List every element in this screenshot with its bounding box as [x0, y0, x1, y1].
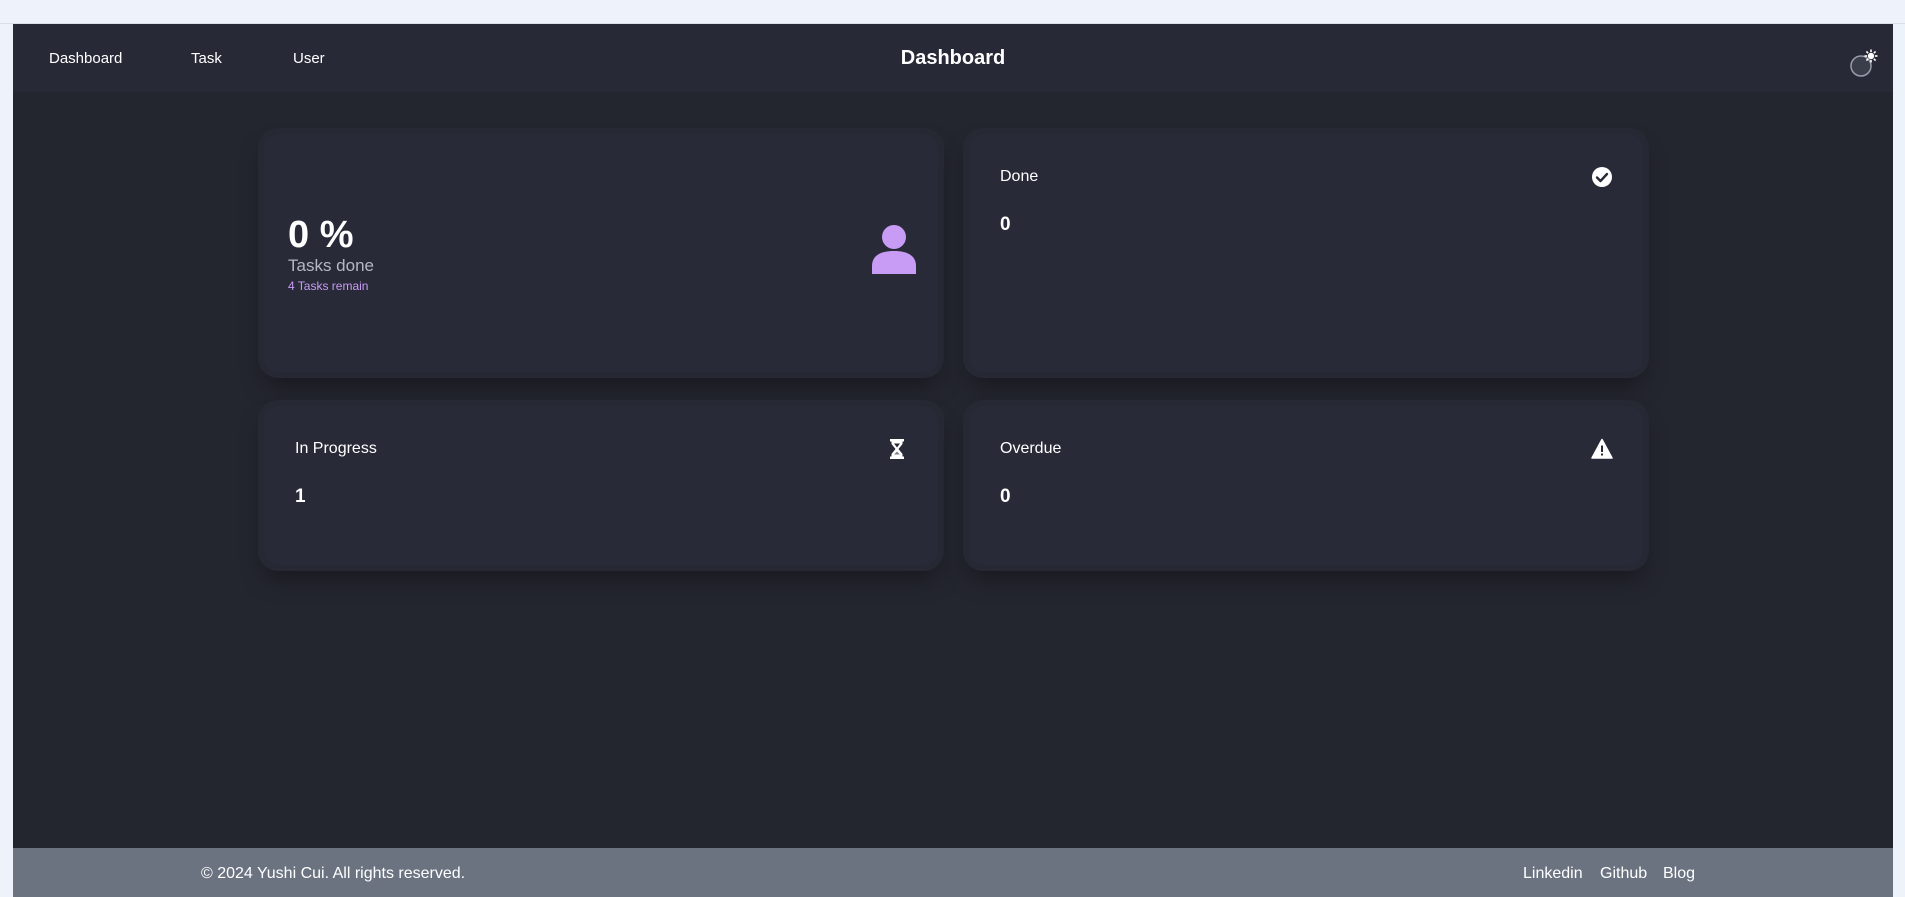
tasks-done-label: Tasks done: [288, 256, 374, 275]
browser-top-strip: [0, 0, 1905, 24]
copyright-text: © 2024 Yushi Cui. All rights reserved.: [201, 865, 466, 882]
page-title: Dashboard: [900, 47, 1006, 69]
check-circle-icon: [1592, 167, 1612, 187]
overdue-card-value: 0: [1000, 486, 1011, 507]
summary-card: 0 % Tasks done 4 Tasks remain: [264, 134, 938, 372]
warning-icon: [1591, 438, 1613, 459]
tasks-done-percent: 0 %: [288, 214, 354, 256]
footer: © 2024 Yushi Cui. All rights reserved. L…: [13, 848, 1893, 897]
navbar: Dashboard Task User Dashboard: [13, 24, 1893, 92]
hourglass-icon: [890, 439, 904, 459]
done-card-title: Done: [1000, 168, 1039, 185]
theme-toggle-button[interactable]: [1845, 46, 1881, 82]
user-icon: [872, 225, 916, 274]
app-container: Dashboard Task User Dashboard 0 % Tasks …: [13, 24, 1893, 897]
tasks-remain-text: 4 Tasks remain: [288, 279, 369, 293]
in-progress-card: In Progress 1: [264, 406, 938, 565]
footer-link-github[interactable]: Github: [1600, 865, 1647, 883]
dashboard-content: 0 % Tasks done 4 Tasks remain Done 0 In …: [13, 92, 1893, 872]
done-card-value: 0: [1000, 214, 1011, 235]
sun-moon-icon: [1850, 49, 1878, 77]
done-card: Done 0: [969, 134, 1643, 372]
overdue-card: Overdue 0: [969, 406, 1643, 565]
footer-link-linkedin[interactable]: Linkedin: [1523, 865, 1583, 883]
in-progress-card-title: In Progress: [295, 440, 377, 457]
footer-link-blog[interactable]: Blog: [1663, 865, 1695, 883]
overdue-card-title: Overdue: [1000, 440, 1062, 457]
in-progress-card-value: 1: [295, 486, 306, 507]
